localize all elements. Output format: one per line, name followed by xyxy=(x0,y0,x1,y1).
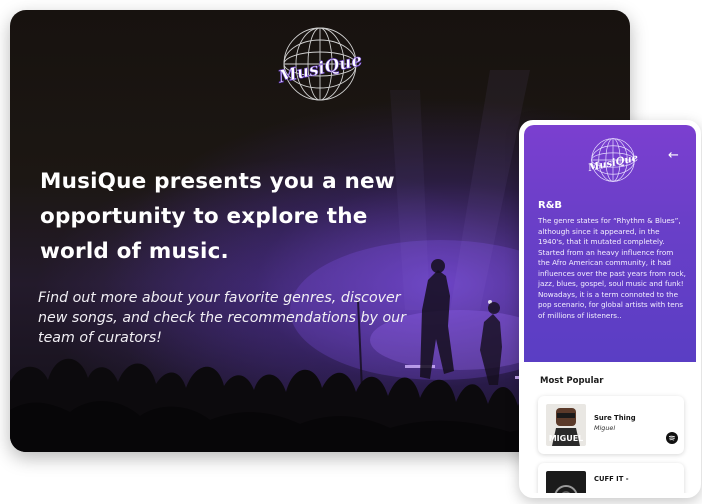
song-artist: Miguel xyxy=(594,424,616,432)
musique-logo: MusiQue xyxy=(278,27,362,101)
most-popular-heading: Most Popular xyxy=(540,376,604,386)
hero-heading: MusiQue presents you a new opportunity t… xyxy=(40,169,395,264)
genre-panel: MusiQue ← R&B The genre states for “Rhyt… xyxy=(524,125,696,362)
album-art-sure-thing: MIGUEL xyxy=(546,404,586,446)
genre-description: The genre states for “Rhythm & Blues”, a… xyxy=(538,216,686,320)
song-title: CUFF IT - xyxy=(594,475,629,483)
mobile-genre-card: MusiQue ← R&B The genre states for “Rhyt… xyxy=(519,120,701,498)
musique-logo-small: MusiQue xyxy=(588,138,638,182)
genre-title: R&B xyxy=(538,200,563,211)
song-title: Sure Thing xyxy=(594,414,636,422)
spotify-icon[interactable] xyxy=(666,432,678,444)
album-art-cuff-it xyxy=(546,471,586,493)
song-card[interactable]: MIGUEL Sure Thing Miguel xyxy=(538,396,684,454)
song-card[interactable]: CUFF IT - xyxy=(538,463,684,493)
hero-subtitle: Find out more about your favorite genres… xyxy=(38,290,406,346)
most-popular-section: Most Popular MIGUEL Sure Thing Miguel CU… xyxy=(524,362,696,493)
svg-text:MIGUEL: MIGUEL xyxy=(549,434,584,443)
arrow-left-icon[interactable]: ← xyxy=(668,149,684,163)
